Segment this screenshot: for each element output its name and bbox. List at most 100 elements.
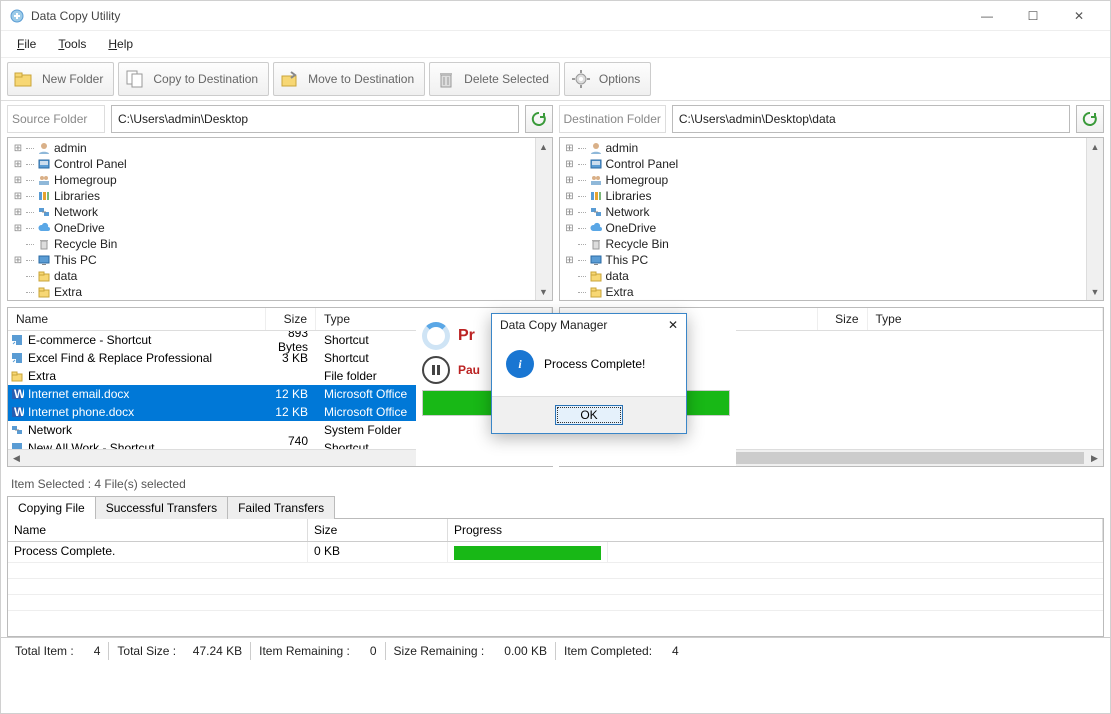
- title-bar: Data Copy Utility — ☐ ✕: [1, 1, 1110, 31]
- tree-node-label: Extra: [606, 285, 634, 299]
- scrollbar[interactable]: ▲▼: [535, 138, 552, 300]
- maximize-button[interactable]: ☐: [1010, 1, 1056, 31]
- tree-node-label: Recycle Bin: [54, 237, 117, 251]
- tree-node[interactable]: data: [564, 268, 1083, 284]
- tab-successful[interactable]: Successful Transfers: [95, 496, 228, 519]
- new-folder-icon: [12, 67, 36, 91]
- tree-node[interactable]: ⊞Network: [564, 204, 1083, 220]
- tree-node-label: Homegroup: [606, 173, 669, 187]
- expand-icon[interactable]: ⊞: [12, 175, 24, 186]
- file-name: Network: [28, 423, 72, 437]
- tab-failed[interactable]: Failed Transfers: [227, 496, 335, 519]
- tree-node[interactable]: ⊞ This PC: [12, 252, 531, 268]
- copy-label: Copy to Destination: [153, 72, 258, 86]
- dest-path-input[interactable]: C:\Users\admin\Desktop\data: [672, 105, 1070, 133]
- col-type[interactable]: Type: [868, 308, 1104, 330]
- col-size[interactable]: Size: [818, 308, 868, 330]
- file-name: Internet phone.docx: [28, 405, 134, 419]
- tree-node-label: Network: [54, 205, 98, 219]
- tree-node[interactable]: ⊞Control Panel: [12, 156, 531, 172]
- new-folder-button[interactable]: New Folder: [7, 62, 114, 96]
- tree-node[interactable]: ⊞This PC: [564, 252, 1083, 268]
- copy-button[interactable]: Copy to Destination: [118, 62, 269, 96]
- tree-node[interactable]: Extra: [12, 284, 531, 300]
- ok-button[interactable]: OK: [555, 405, 623, 425]
- expand-icon[interactable]: ⊞: [12, 159, 24, 170]
- tree-node[interactable]: Recycle Bin: [12, 236, 531, 252]
- tree-node-label: Homegroup: [54, 173, 117, 187]
- expand-icon[interactable]: ⊞: [564, 255, 576, 266]
- move-icon: [278, 67, 302, 91]
- tree-node[interactable]: ⊞OneDrive: [564, 220, 1083, 236]
- remaining-label: Item Remaining :: [259, 644, 350, 658]
- tree-node[interactable]: data: [12, 268, 531, 284]
- tab-copying[interactable]: Copying File: [7, 496, 96, 519]
- pause-button[interactable]: [422, 356, 450, 384]
- cloud-icon: [588, 220, 604, 236]
- expand-icon[interactable]: ⊞: [12, 223, 24, 234]
- expand-icon[interactable]: ⊞: [564, 223, 576, 234]
- menu-tools[interactable]: Tools: [48, 33, 96, 55]
- word-icon: W: [10, 387, 24, 401]
- copy-row-name: Process Complete.: [8, 542, 308, 562]
- delete-button[interactable]: Delete Selected: [429, 62, 560, 96]
- minimize-button[interactable]: —: [964, 1, 1010, 31]
- options-button[interactable]: Options: [564, 62, 651, 96]
- tree-node[interactable]: ⊞admin: [564, 140, 1083, 156]
- copy-col-size[interactable]: Size: [308, 519, 448, 541]
- tree-node[interactable]: ⊞Control Panel: [564, 156, 1083, 172]
- refresh-icon: [531, 111, 547, 127]
- copy-col-progress[interactable]: Progress: [448, 519, 1103, 541]
- shortcut-icon: [10, 333, 24, 347]
- homegroup-icon: [36, 172, 52, 188]
- completed-value: 4: [672, 644, 679, 658]
- svg-text:W: W: [14, 405, 24, 419]
- source-path-input[interactable]: C:\Users\admin\Desktop: [111, 105, 519, 133]
- expand-icon[interactable]: ⊞: [12, 191, 24, 202]
- close-button[interactable]: ✕: [1056, 1, 1102, 31]
- network-icon: [36, 204, 52, 220]
- window-title: Data Copy Utility: [31, 9, 964, 23]
- tree-node-label: This PC: [54, 253, 97, 267]
- tree-node[interactable]: ⊞ Homegroup: [564, 172, 1083, 188]
- dialog-close-button[interactable]: ✕: [668, 318, 678, 332]
- tree-node[interactable]: Recycle Bin: [564, 236, 1083, 252]
- selection-status: Item Selected : 4 File(s) selected: [1, 473, 1110, 495]
- tree-node[interactable]: ⊞Libraries: [12, 188, 531, 204]
- menu-file[interactable]: File: [7, 33, 46, 55]
- expand-icon[interactable]: ⊞: [12, 143, 24, 154]
- expand-icon[interactable]: ⊞: [12, 255, 24, 266]
- remaining-value: 0: [370, 644, 377, 658]
- tree-node[interactable]: ⊞ Network: [12, 204, 531, 220]
- tree-node[interactable]: Extra: [564, 284, 1083, 300]
- expand-icon[interactable]: ⊞: [564, 191, 576, 202]
- trash-icon: [434, 67, 458, 91]
- expand-icon[interactable]: ⊞: [564, 159, 576, 170]
- menu-help[interactable]: Help: [98, 33, 143, 55]
- dest-tree[interactable]: ⊞admin⊞Control Panel⊞Homegroup⊞Libraries…: [559, 137, 1105, 301]
- dest-refresh-button[interactable]: [1076, 105, 1104, 133]
- pause-label: Pau: [458, 363, 480, 377]
- move-button[interactable]: Move to Destination: [273, 62, 425, 96]
- copy-col-name[interactable]: Name: [8, 519, 308, 541]
- row-progress-bar: [454, 546, 601, 560]
- source-refresh-button[interactable]: [525, 105, 553, 133]
- file-size: 12 KB: [266, 405, 316, 419]
- col-name[interactable]: Name: [8, 308, 266, 330]
- tree-node[interactable]: ⊞Libraries: [564, 188, 1083, 204]
- expand-icon[interactable]: ⊞: [564, 207, 576, 218]
- file-size: 3 KB: [266, 351, 316, 365]
- completed-label: Item Completed:: [564, 644, 652, 658]
- col-size[interactable]: Size: [266, 308, 316, 330]
- expand-icon[interactable]: ⊞: [12, 207, 24, 218]
- expand-icon[interactable]: ⊞: [564, 143, 576, 154]
- source-tree[interactable]: ⊞admin⊞Control Panel⊞Homegroup⊞Libraries…: [7, 137, 553, 301]
- copy-row-size: 0 KB: [308, 542, 448, 562]
- scrollbar[interactable]: ▲▼: [1086, 138, 1103, 300]
- user-icon: [36, 140, 52, 156]
- copying-panel: Name Size Progress Process Complete. 0 K…: [7, 519, 1104, 637]
- tree-node[interactable]: ⊞ Homegroup: [12, 172, 531, 188]
- tree-node[interactable]: ⊞admin: [12, 140, 531, 156]
- expand-icon[interactable]: ⊞: [564, 175, 576, 186]
- tree-node[interactable]: ⊞OneDrive: [12, 220, 531, 236]
